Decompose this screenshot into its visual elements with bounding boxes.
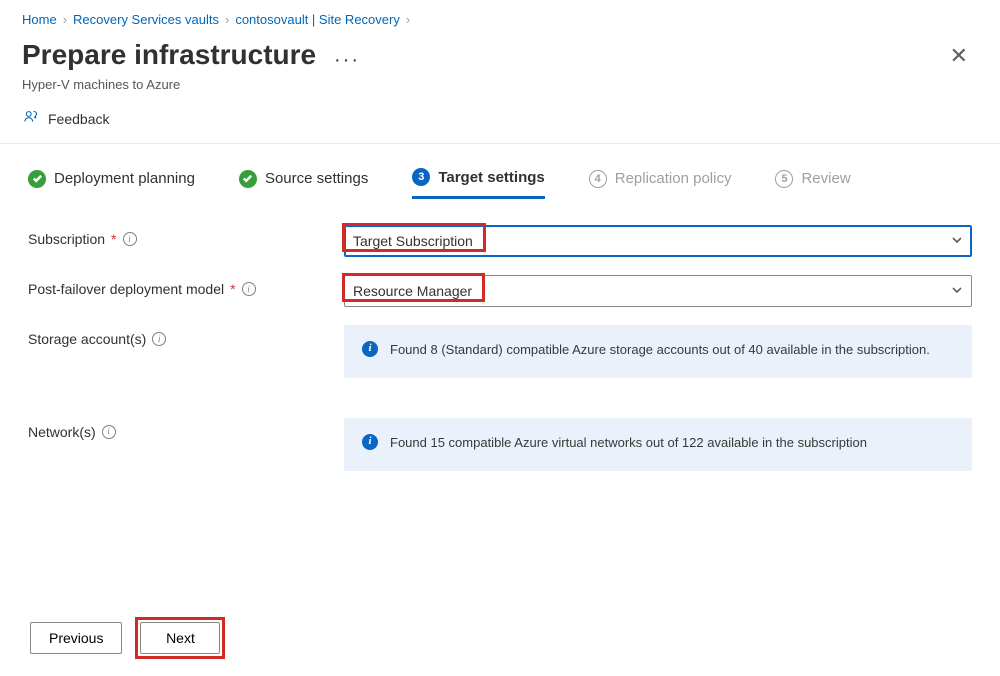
required-asterisk: *: [111, 231, 116, 247]
page-title: Prepare infrastructure: [22, 39, 316, 71]
label-text: Storage account(s): [28, 331, 146, 347]
step-number-icon: 4: [589, 170, 607, 188]
breadcrumb-vault[interactable]: contosovault | Site Recovery: [235, 12, 400, 27]
next-button[interactable]: Next: [140, 622, 220, 654]
step-label: Replication policy: [615, 170, 732, 187]
check-icon: [28, 170, 46, 188]
info-icon[interactable]: [152, 332, 166, 346]
info-icon[interactable]: [123, 232, 137, 246]
breadcrumb-separator: ›: [63, 12, 67, 27]
label-storage-accounts: Storage account(s): [28, 325, 344, 347]
previous-button[interactable]: Previous: [30, 622, 122, 654]
storage-info-box: i Found 8 (Standard) compatible Azure st…: [344, 325, 972, 378]
step-source-settings[interactable]: Source settings: [239, 170, 368, 198]
breadcrumb-separator: ›: [406, 12, 410, 27]
select-value: Target Subscription: [353, 233, 473, 249]
info-icon[interactable]: [102, 425, 116, 439]
feedback-link[interactable]: Feedback: [0, 96, 1000, 144]
label-text: Post-failover deployment model: [28, 281, 224, 297]
more-icon[interactable]: ···: [334, 49, 360, 71]
label-text: Network(s): [28, 424, 96, 440]
networks-info-box: i Found 15 compatible Azure virtual netw…: [344, 418, 972, 471]
step-label: Target settings: [438, 169, 544, 186]
step-target-settings[interactable]: 3 Target settings: [412, 168, 544, 199]
info-icon[interactable]: [242, 282, 256, 296]
page-subtitle: Hyper-V machines to Azure: [22, 77, 360, 92]
close-icon[interactable]: ✕: [948, 43, 970, 69]
select-value: Resource Manager: [353, 283, 472, 299]
check-icon: [239, 170, 257, 188]
feedback-icon: [22, 108, 40, 129]
subscription-select[interactable]: Target Subscription: [344, 225, 972, 257]
step-deployment-planning[interactable]: Deployment planning: [28, 170, 195, 198]
info-text: Found 8 (Standard) compatible Azure stor…: [390, 341, 930, 360]
wizard-stepper: Deployment planning Source settings 3 Ta…: [0, 144, 1000, 199]
breadcrumb-vaults[interactable]: Recovery Services vaults: [73, 12, 219, 27]
breadcrumb-separator: ›: [225, 12, 229, 27]
label-subscription: Subscription *: [28, 225, 344, 247]
chevron-down-icon: [951, 233, 963, 249]
breadcrumb-home[interactable]: Home: [22, 12, 57, 27]
info-badge-icon: i: [362, 434, 378, 450]
step-label: Deployment planning: [54, 170, 195, 187]
step-review[interactable]: 5 Review: [775, 170, 850, 198]
label-deployment-model: Post-failover deployment model *: [28, 275, 344, 297]
info-badge-icon: i: [362, 341, 378, 357]
chevron-down-icon: [951, 283, 963, 299]
step-replication-policy[interactable]: 4 Replication policy: [589, 170, 732, 198]
label-networks: Network(s): [28, 418, 344, 440]
wizard-footer: Previous Next: [0, 622, 1000, 676]
step-number-icon: 3: [412, 168, 430, 186]
label-text: Subscription: [28, 231, 105, 247]
breadcrumb: Home › Recovery Services vaults › contos…: [0, 0, 1000, 33]
step-label: Source settings: [265, 170, 368, 187]
feedback-label: Feedback: [48, 111, 109, 127]
step-label: Review: [801, 170, 850, 187]
required-asterisk: *: [230, 281, 235, 297]
step-number-icon: 5: [775, 170, 793, 188]
deployment-model-select[interactable]: Resource Manager: [344, 275, 972, 307]
info-text: Found 15 compatible Azure virtual networ…: [390, 434, 867, 453]
